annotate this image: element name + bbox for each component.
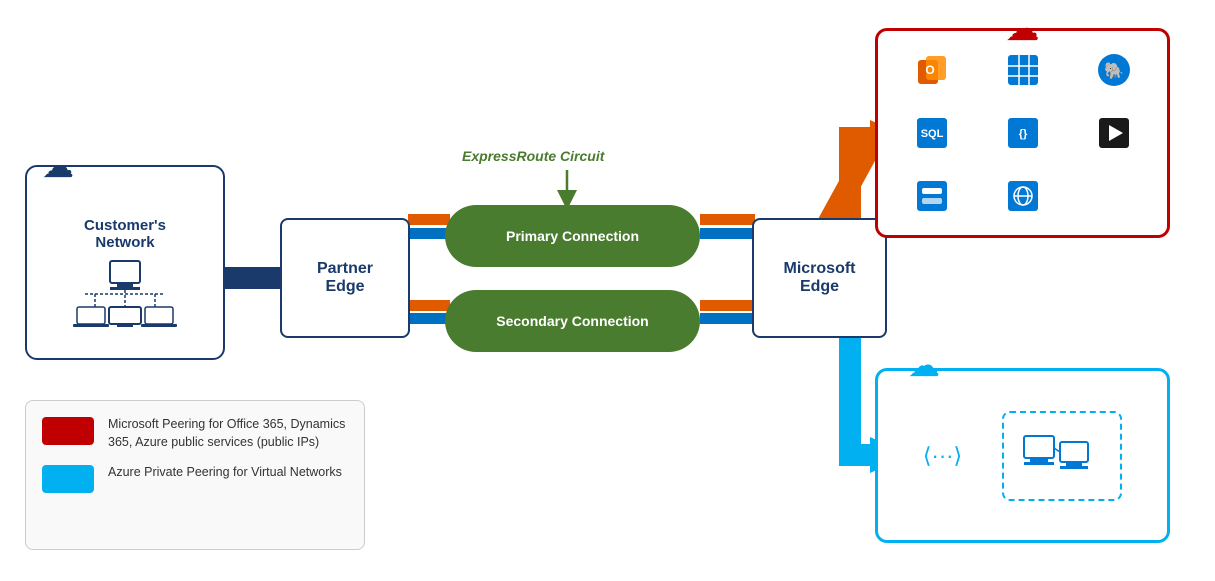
blue-right-primary-top [700,228,755,239]
orange-left-secondary-top [408,300,450,311]
expressroute-label: ExpressRoute Circuit [462,148,604,164]
blue-left-primary-top [408,228,450,239]
storage-icon [890,168,973,223]
orange-right-secondary-top [700,300,755,311]
secondary-connection-pill: Secondary Connection [445,290,700,352]
legend-blue-box [42,465,94,493]
globe-icon [981,168,1064,223]
legend-red-text: Microsoft Peering for Office 365, Dynami… [108,415,348,451]
hdinsight-icon: 🐘 [1072,43,1155,98]
media-icon [1072,106,1155,161]
vnet-arrows-icon: ⟨···⟩ [923,443,962,469]
orange-left-primary-top [408,214,450,225]
sql-icon: SQL [890,106,973,161]
api-icon: {} [981,106,1064,161]
ms-peering-box: ☁ O 🐘 [875,28,1170,238]
primary-connection-pill: Primary Connection [445,205,700,267]
svg-text:🐘: 🐘 [1104,62,1124,80]
customer-network-label: Customer's Network [84,217,166,251]
partner-edge-box: Partner Edge [280,218,410,338]
legend-blue-text: Azure Private Peering for Virtual Networ… [108,463,342,481]
azure-table-icon [981,43,1064,98]
customer-network-box: ☁ Customer's Network [25,165,225,360]
svg-text:{}: {} [1018,128,1027,140]
azure-private-inner-box [1002,411,1122,501]
legend-red-box [42,417,94,445]
diagram: ☁ Customer's Network Partner Edge [0,0,1215,581]
svg-text:O: O [925,63,934,77]
customer-partner-connector [222,267,284,289]
primary-connection-label: Primary Connection [506,228,639,244]
blue-right-secondary-top [700,313,755,324]
svg-text:SQL: SQL [920,128,943,140]
microsoft-edge-box: Microsoft Edge [752,218,887,338]
vm-icon-svg [1022,428,1102,483]
customer-cloud-icon: ☁ [42,147,74,185]
partner-edge-label: Partner Edge [317,260,373,296]
network-computers-svg [65,259,185,329]
microsoft-edge-label: Microsoft Edge [784,260,856,296]
secondary-connection-label: Secondary Connection [496,313,648,329]
azure-private-cloud-icon: ☁ [908,346,940,384]
blue-left-secondary-top [408,313,450,324]
legend-red-item: Microsoft Peering for Office 365, Dynami… [42,415,348,451]
office365-icon: O [890,43,973,98]
orange-right-primary-top [700,214,755,225]
azure-private-box: ☁ ⟨···⟩ [875,368,1170,543]
legend-blue-item: Azure Private Peering for Virtual Networ… [42,463,348,493]
ms-peering-cloud-icon: ☁ [1006,9,1040,49]
legend-box: Microsoft Peering for Office 365, Dynami… [25,400,365,550]
